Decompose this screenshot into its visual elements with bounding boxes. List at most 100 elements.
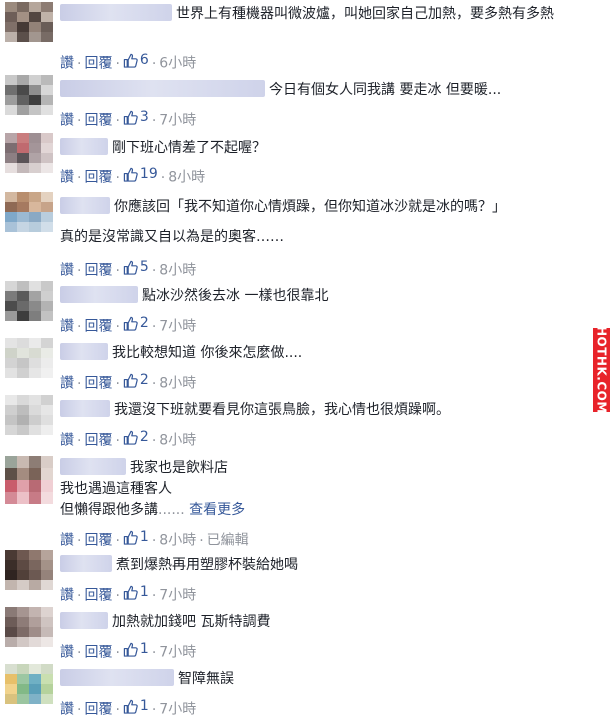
comment-actions: 讚 · 回覆 · 19 · 8小時: [60, 165, 206, 186]
comment-actions: 讚 · 回覆 · 1 · 7小時: [60, 697, 197, 718]
timestamp[interactable]: 7小時: [159, 113, 196, 129]
avatar[interactable]: [5, 133, 53, 173]
reply-link[interactable]: 回覆: [84, 433, 112, 449]
comment-actions: 讚 · 回覆 · 5 · 8小時: [60, 258, 197, 279]
timestamp[interactable]: 7小時: [159, 702, 196, 718]
thumbs-up-icon: [123, 260, 138, 275]
watermark-text: HOTHK.COM: [594, 326, 609, 414]
timestamp[interactable]: 8小時: [159, 533, 196, 549]
timestamp[interactable]: 8小時: [159, 263, 196, 279]
timestamp[interactable]: 7小時: [159, 645, 196, 661]
commenter-name[interactable]: [60, 80, 265, 97]
like-link[interactable]: 讚: [60, 645, 74, 661]
reply-link[interactable]: 回覆: [84, 319, 112, 335]
avatar[interactable]: [5, 338, 53, 378]
commenter-name[interactable]: [60, 343, 108, 360]
avatar[interactable]: [5, 550, 53, 590]
like-link[interactable]: 讚: [60, 170, 74, 186]
avatar[interactable]: [5, 395, 53, 435]
timestamp[interactable]: 7小時: [159, 588, 196, 604]
thumbs-up-icon: [123, 585, 138, 600]
reply-link[interactable]: 回覆: [84, 170, 112, 186]
like-count[interactable]: 5: [123, 258, 149, 276]
comment-text: 我還沒下班就要看見你這張鳥臉，我心情也很煩躁啊。: [114, 402, 450, 418]
comment-body: 加熱就加錢吧 瓦斯特調費: [60, 612, 585, 633]
timestamp[interactable]: 8小時: [159, 376, 196, 392]
like-link[interactable]: 讚: [60, 319, 74, 335]
commenter-name[interactable]: [60, 555, 112, 572]
like-count[interactable]: 1: [123, 583, 149, 601]
comment-body: 我比較想知道 你後來怎麼做....: [60, 343, 585, 364]
comment-text-line-3: 但懶得跟他多講: [60, 502, 158, 518]
thumbs-up-icon: [123, 430, 138, 445]
like-link[interactable]: 讚: [60, 113, 74, 129]
see-more-link[interactable]: 查看更多: [189, 502, 245, 518]
commenter-name[interactable]: [60, 400, 110, 417]
like-count[interactable]: 2: [123, 371, 149, 389]
comment-body: 煮到爆熱再用塑膠杯裝給她喝: [60, 555, 585, 576]
like-count[interactable]: 1: [123, 697, 149, 715]
commenter-name[interactable]: [60, 138, 108, 155]
like-count[interactable]: 19: [123, 165, 158, 183]
reply-link[interactable]: 回覆: [84, 533, 112, 549]
reply-link[interactable]: 回覆: [84, 263, 112, 279]
like-link[interactable]: 讚: [60, 263, 74, 279]
commenter-name[interactable]: [60, 197, 110, 214]
thumbs-up-icon: [123, 373, 138, 388]
reply-link[interactable]: 回覆: [84, 113, 112, 129]
comment-actions: 讚 · 回覆 · 6 · 6小時: [60, 51, 197, 72]
timestamp[interactable]: 8小時: [168, 170, 205, 186]
avatar[interactable]: [5, 607, 53, 647]
like-link[interactable]: 讚: [60, 56, 74, 72]
comment-text: 你應該回「我不知道你心情煩躁，但你知道冰沙就是冰的嗎？」: [114, 199, 506, 215]
commenter-name[interactable]: [60, 669, 174, 686]
comment-actions: 讚 · 回覆 · 2 · 7小時: [60, 314, 197, 335]
like-count[interactable]: 3: [123, 108, 149, 126]
commenter-name[interactable]: [60, 286, 138, 303]
comment-actions: 讚 · 回覆 · 3 · 7小時: [60, 108, 197, 129]
reply-link[interactable]: 回覆: [84, 56, 112, 72]
like-count[interactable]: 1: [123, 528, 149, 546]
thumbs-up-icon: [123, 316, 138, 331]
commenter-name[interactable]: [60, 612, 108, 629]
avatar[interactable]: [5, 75, 53, 115]
comment-text: 我比較想知道 你後來怎麼做....: [112, 345, 303, 361]
like-count[interactable]: 1: [123, 640, 149, 658]
like-link[interactable]: 讚: [60, 533, 74, 549]
avatar[interactable]: [5, 281, 53, 321]
timestamp[interactable]: 8小時: [159, 433, 196, 449]
like-count[interactable]: 6: [123, 51, 149, 69]
thumbs-up-icon: [123, 699, 138, 714]
comment-text: 今日有個女人同我講 要走冰 但要暖...: [269, 82, 502, 98]
avatar[interactable]: [5, 192, 53, 232]
comment-actions: 讚 · 回覆 · 1 · 8小時 · 已編輯: [60, 528, 249, 549]
comment-text: 我家也是飲料店: [130, 460, 228, 476]
reply-link[interactable]: 回覆: [84, 588, 112, 604]
comment-body: 世界上有種機器叫微波爐，叫她回家自己加熱，要多熱有多熱: [60, 4, 585, 25]
like-link[interactable]: 讚: [60, 376, 74, 392]
like-link[interactable]: 讚: [60, 433, 74, 449]
commenter-name[interactable]: [60, 458, 126, 475]
comment-body: 點冰沙然後去冰 一樣也很靠北: [60, 286, 585, 307]
commenter-name[interactable]: [60, 4, 172, 21]
reply-link[interactable]: 回覆: [84, 702, 112, 718]
like-count[interactable]: 2: [123, 314, 149, 332]
like-link[interactable]: 讚: [60, 588, 74, 604]
edited-label[interactable]: 已編輯: [207, 533, 249, 549]
avatar[interactable]: [5, 2, 53, 42]
avatar[interactable]: [5, 664, 53, 704]
comment-text: 煮到爆熱再用塑膠杯裝給她喝: [116, 557, 298, 573]
timestamp[interactable]: 7小時: [159, 319, 196, 335]
avatar[interactable]: [5, 456, 53, 504]
reply-link[interactable]: 回覆: [84, 376, 112, 392]
thumbs-up-icon: [123, 642, 138, 657]
comment-text: 加熱就加錢吧 瓦斯特調費: [112, 614, 271, 630]
like-count[interactable]: 2: [123, 428, 149, 446]
comment-text-line-2: 我也遇過這種客人: [60, 481, 172, 497]
like-link[interactable]: 讚: [60, 702, 74, 718]
comment-actions: 讚 · 回覆 · 1 · 7小時: [60, 640, 197, 661]
timestamp[interactable]: 6小時: [159, 56, 196, 72]
comment-body: 你應該回「我不知道你心情煩躁，但你知道冰沙就是冰的嗎？」 真的是沒常識又自以為是…: [60, 197, 585, 248]
watermark: HOTHK.COM: [593, 326, 610, 414]
reply-link[interactable]: 回覆: [84, 645, 112, 661]
